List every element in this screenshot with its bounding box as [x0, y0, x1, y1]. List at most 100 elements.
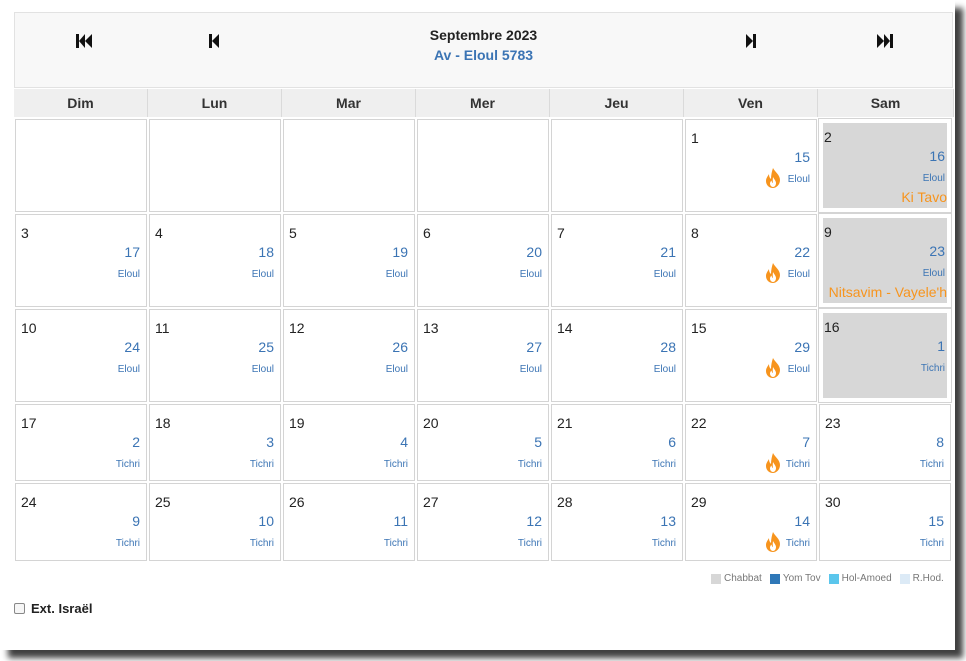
- hebrew-month: Eloul: [653, 364, 676, 375]
- hebrew-month: Tichri: [115, 538, 140, 549]
- day-cell[interactable]: 22 7 Tichri: [685, 404, 817, 481]
- day-cell[interactable]: 9 23 Eloul Nitsavim - Vayele'h: [818, 213, 952, 308]
- day-cell[interactable]: 6 20 Eloul: [417, 214, 549, 307]
- day-cell[interactable]: 30 15 Tichri: [819, 483, 951, 561]
- hebrew-month: Eloul: [519, 364, 542, 375]
- day-cell[interactable]: 23 8 Tichri: [819, 404, 951, 481]
- day-cell[interactable]: 20 5 Tichri: [417, 404, 549, 481]
- day-cell[interactable]: 8 22 Eloul: [685, 214, 817, 307]
- day-cell[interactable]: 1 15 Eloul: [685, 119, 817, 212]
- hebrew-day: 18: [258, 244, 274, 260]
- ext-israel-option[interactable]: Ext. Israël: [14, 601, 92, 616]
- hebrew-day: 4: [400, 434, 408, 450]
- hebrew-day: 20: [526, 244, 542, 260]
- hebrew-day: 10: [258, 513, 274, 529]
- weekday-header: Dim: [14, 89, 148, 117]
- gregorian-day: 15: [691, 320, 707, 336]
- gregorian-day: 30: [825, 494, 841, 510]
- weekday-header: Lun: [148, 89, 282, 117]
- weekday-header: Mar: [282, 89, 416, 117]
- hebrew-day: 25: [258, 339, 274, 355]
- ext-israel-label: Ext. Israël: [31, 601, 93, 616]
- hebrew-day: 17: [124, 244, 140, 260]
- hebrew-month: Eloul: [787, 174, 810, 185]
- gregorian-day: 12: [289, 320, 305, 336]
- day-cell[interactable]: 17 2 Tichri: [15, 404, 147, 481]
- day-cell[interactable]: 5 19 Eloul: [283, 214, 415, 307]
- last-month-button[interactable]: [873, 31, 897, 51]
- hebrew-month: Tichri: [785, 459, 810, 470]
- day-cell[interactable]: 14 28 Eloul: [551, 309, 683, 402]
- legend: Chabbat Yom Tov Hol-Amoed R.Hod.: [711, 573, 952, 584]
- day-cell[interactable]: 18 3 Tichri: [149, 404, 281, 481]
- day-cell[interactable]: 29 14 Tichri: [685, 483, 817, 561]
- empty-day-cell: [551, 119, 683, 212]
- day-cell[interactable]: 28 13 Tichri: [551, 483, 683, 561]
- weekday-header: Ven: [684, 89, 818, 117]
- legend-item: Hol-Amoed: [828, 573, 892, 584]
- ext-israel-checkbox[interactable]: [14, 603, 25, 614]
- day-cell[interactable]: 12 26 Eloul: [283, 309, 415, 402]
- hebrew-month: Eloul: [922, 268, 945, 279]
- candle-lighting-flame-icon: [764, 532, 782, 552]
- hebrew-month: Tichri: [919, 459, 944, 470]
- day-cell[interactable]: 15 29 Eloul: [685, 309, 817, 402]
- weekday-header: Sam: [818, 89, 954, 117]
- legend-item: R.Hod.: [899, 573, 944, 584]
- hebrew-day: 14: [794, 513, 810, 529]
- day-cell[interactable]: 27 12 Tichri: [417, 483, 549, 561]
- hebrew-day: 9: [132, 513, 140, 529]
- gregorian-day: 16: [824, 319, 840, 335]
- hebrew-day: 21: [660, 244, 676, 260]
- day-cell[interactable]: 7 21 Eloul: [551, 214, 683, 307]
- gregorian-day: 3: [21, 225, 29, 241]
- day-cell[interactable]: 10 24 Eloul: [15, 309, 147, 402]
- gregorian-day: 8: [691, 225, 699, 241]
- day-cell[interactable]: 19 4 Tichri: [283, 404, 415, 481]
- day-cell[interactable]: 3 17 Eloul: [15, 214, 147, 307]
- hebrew-day: 8: [936, 434, 944, 450]
- hebrew-day: 19: [392, 244, 408, 260]
- hebrew-month: Tichri: [517, 459, 542, 470]
- day-cell[interactable]: 26 11 Tichri: [283, 483, 415, 561]
- day-cell[interactable]: 24 9 Tichri: [15, 483, 147, 561]
- next-month-button[interactable]: [739, 31, 763, 51]
- gregorian-day: 1: [691, 130, 699, 146]
- day-cell[interactable]: 16 1 Tichri: [818, 308, 952, 403]
- hebrew-month: Tichri: [651, 538, 676, 549]
- hebrew-month: Eloul: [922, 173, 945, 184]
- legend-swatch: [769, 573, 780, 584]
- empty-day-cell: [417, 119, 549, 212]
- gregorian-day: 21: [557, 415, 573, 431]
- legend-label: R.Hod.: [912, 573, 944, 584]
- hebrew-day: 15: [928, 513, 944, 529]
- parasha-label[interactable]: Ki Tavo: [901, 189, 947, 205]
- day-cell[interactable]: 4 18 Eloul: [149, 214, 281, 307]
- gregorian-day: 26: [289, 494, 305, 510]
- gregorian-day: 24: [21, 494, 37, 510]
- day-cell[interactable]: 21 6 Tichri: [551, 404, 683, 481]
- parasha-label[interactable]: Nitsavim - Vayele'h: [829, 284, 947, 300]
- hebrew-month: Eloul: [117, 269, 140, 280]
- hebrew-day: 3: [266, 434, 274, 450]
- hebrew-day: 11: [393, 513, 408, 529]
- gregorian-day: 23: [825, 415, 841, 431]
- hebrew-day: 28: [660, 339, 676, 355]
- hebrew-day: 24: [124, 339, 140, 355]
- gregorian-day: 9: [824, 224, 832, 240]
- hebrew-day: 26: [392, 339, 408, 355]
- hebrew-day: 1: [937, 338, 945, 354]
- gregorian-day: 14: [557, 320, 573, 336]
- candle-lighting-flame-icon: [764, 263, 782, 283]
- day-cell[interactable]: 13 27 Eloul: [417, 309, 549, 402]
- day-cell[interactable]: 11 25 Eloul: [149, 309, 281, 402]
- step-forward-icon: [746, 34, 756, 48]
- gregorian-day: 13: [423, 320, 439, 336]
- hebrew-day: 22: [794, 244, 810, 260]
- legend-item: Yom Tov: [769, 573, 821, 584]
- hebrew-month-title: Av - Eloul 5783: [433, 47, 534, 63]
- candle-lighting-flame-icon: [764, 168, 782, 188]
- hebrew-month: Eloul: [787, 269, 810, 280]
- day-cell[interactable]: 2 16 Eloul Ki Tavo: [818, 118, 952, 213]
- day-cell[interactable]: 25 10 Tichri: [149, 483, 281, 561]
